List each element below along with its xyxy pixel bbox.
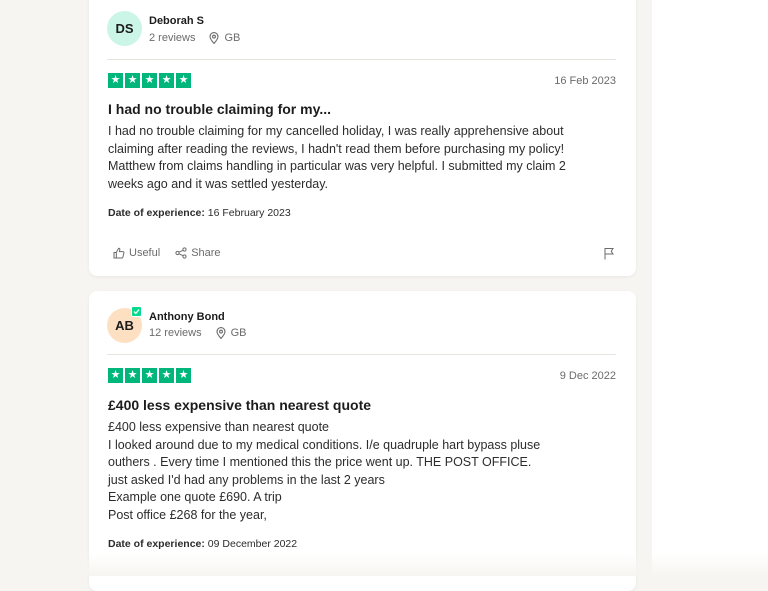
review-body-line: £400 less expensive than nearest quote (108, 420, 329, 434)
review-body-line: claiming after reading the reviews, I ha… (108, 141, 565, 156)
thumbs-up-icon (113, 247, 125, 259)
review-body: £400 less expensive than nearest quote I… (108, 419, 613, 524)
avatar[interactable]: DS (107, 11, 142, 46)
review-title[interactable]: I had no trouble claiming for my... (108, 101, 331, 117)
experience-date: 16 February 2023 (207, 207, 291, 219)
share-icon (175, 247, 187, 259)
country-code: GB (224, 32, 241, 44)
star-icon: ★ (176, 73, 191, 88)
experience-label: Date of experience: (108, 538, 205, 550)
country-code: GB (230, 327, 247, 339)
useful-button[interactable]: Useful (113, 247, 160, 259)
star-icon: ★ (125, 73, 140, 88)
review-body-line: weeks ago and it was settled yesterday. (108, 176, 329, 191)
review-count: 2 reviews (149, 32, 196, 44)
location-pin-icon (209, 32, 220, 44)
review-body-line: outhers . Every time I mentioned this th… (108, 455, 532, 469)
review-body-line: Matthew from claims handling in particul… (108, 159, 566, 173)
share-button[interactable]: Share (175, 247, 221, 259)
reviewer-meta: 12 reviews GB (149, 327, 246, 339)
review-title[interactable]: £400 less expensive than nearest quote (108, 397, 371, 413)
review-body: I had no trouble claiming for my cancell… (108, 123, 613, 193)
date-of-experience: Date of experience: 09 December 2022 (108, 538, 297, 550)
review-card: AB Anthony Bond 12 reviews GB ★ ★ ★ ★ ★ … (89, 291, 636, 591)
star-icon: ★ (108, 368, 123, 383)
bottom-fade (0, 554, 768, 576)
reviewer-name[interactable]: Anthony Bond (149, 311, 225, 323)
share-label: Share (191, 247, 221, 259)
review-body-line: just asked I'd had any problems in the l… (108, 472, 385, 487)
divider (107, 59, 616, 60)
review-card: DS Deborah S 2 reviews GB ★ ★ ★ ★ ★ 16 F… (89, 0, 636, 276)
avatar-initials: AB (115, 318, 134, 333)
review-actions: Useful Share (113, 247, 236, 259)
date-of-experience: Date of experience: 16 February 2023 (108, 207, 291, 219)
star-icon: ★ (176, 368, 191, 383)
star-rating: ★ ★ ★ ★ ★ (108, 73, 191, 88)
star-icon: ★ (142, 368, 157, 383)
flag-icon[interactable] (603, 247, 615, 265)
star-rating: ★ ★ ★ ★ ★ (108, 368, 191, 383)
avatar-initials: DS (115, 21, 134, 36)
reviewer-meta: 2 reviews GB (149, 32, 240, 44)
right-pane (652, 0, 768, 576)
avatar[interactable]: AB (107, 306, 142, 343)
review-date: 9 Dec 2022 (559, 370, 616, 382)
useful-label: Useful (129, 247, 161, 259)
experience-date: 09 December 2022 (207, 538, 298, 550)
review-body-line: I looked around due to my medical condit… (108, 437, 541, 452)
review-count: 12 reviews (149, 327, 202, 339)
star-icon: ★ (159, 73, 174, 88)
location-pin-icon (216, 327, 226, 339)
review-body-line: Example one quote £690. A trip (108, 490, 282, 504)
reviewer-name[interactable]: Deborah S (149, 15, 204, 27)
star-icon: ★ (125, 368, 140, 383)
review-body-line: I had no trouble claiming for my cancell… (108, 124, 564, 138)
star-icon: ★ (108, 73, 123, 88)
star-icon: ★ (142, 73, 157, 88)
review-date: 16 Feb 2023 (554, 75, 616, 87)
experience-label: Date of experience: (108, 207, 205, 219)
review-body-line: Post office £268 for the year, (108, 507, 267, 522)
verified-badge-icon (131, 306, 142, 317)
divider (107, 354, 616, 355)
star-icon: ★ (159, 368, 174, 383)
